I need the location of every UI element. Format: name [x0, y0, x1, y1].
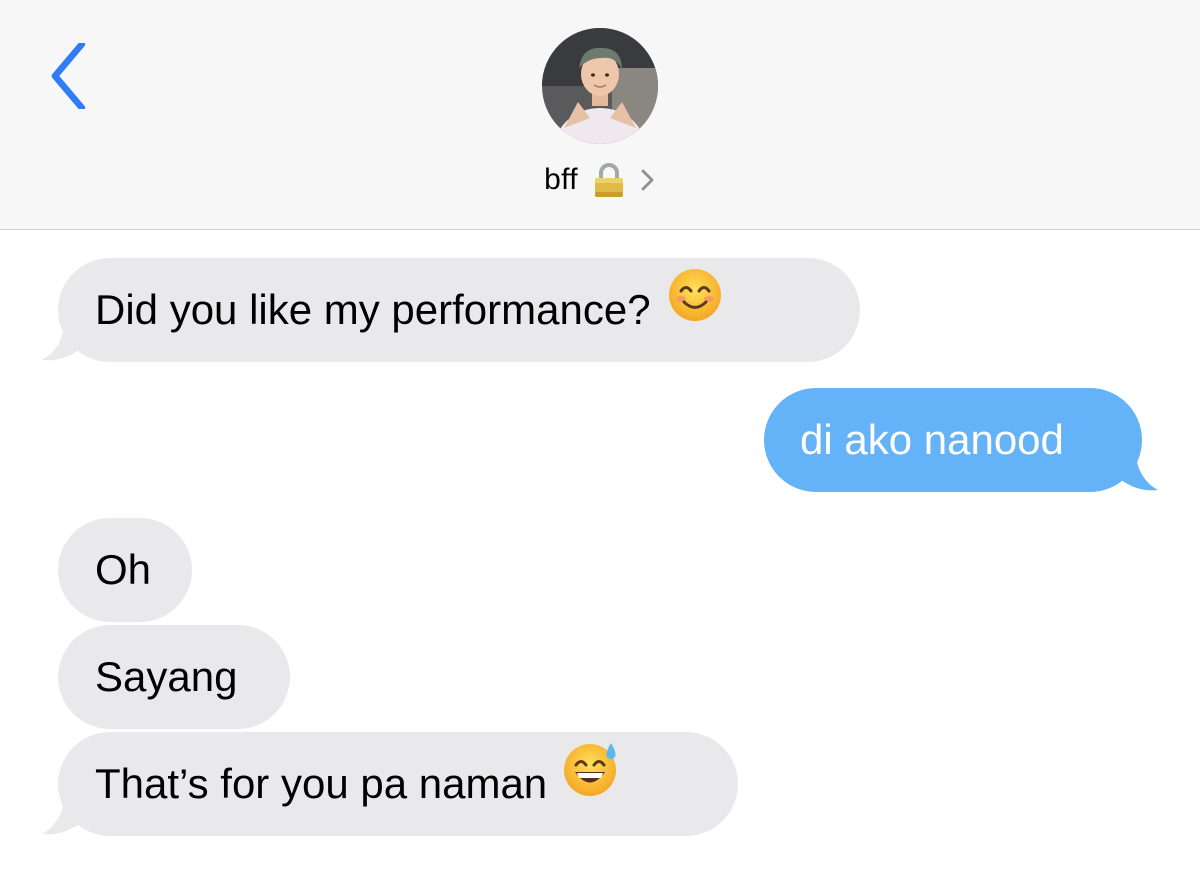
chevron-right-icon — [640, 167, 656, 193]
bubble-tail — [42, 322, 84, 361]
lock-icon — [592, 162, 626, 198]
message-text: Did you like my performance? — [95, 286, 651, 333]
contact-name: bff — [544, 163, 578, 196]
message-bubble-outgoing[interactable]: di ako nanood — [764, 388, 1142, 492]
message-text: That’s for you pa naman — [95, 760, 548, 807]
back-button[interactable] — [36, 34, 100, 118]
bubble-tail — [42, 796, 84, 835]
message-text: di ako nanood — [800, 416, 1064, 463]
message-text: Sayang — [95, 653, 238, 700]
conversation-header: bff — [0, 0, 1200, 230]
message-bubble-incoming[interactable]: Did you like my performance? — [58, 258, 860, 362]
bubble-tail — [1116, 452, 1158, 491]
message-bubble-incoming[interactable]: Oh — [58, 518, 192, 622]
smiling-face-icon — [667, 257, 723, 361]
contact-name-row[interactable]: bff — [0, 156, 1200, 204]
grinning-sweat-face-icon — [563, 731, 621, 835]
contact-avatar[interactable] — [542, 28, 658, 144]
chevron-left-icon — [51, 43, 86, 109]
message-bubble-incoming[interactable]: That’s for you pa naman — [58, 732, 738, 836]
avatar-photo — [542, 28, 658, 144]
message-text: Oh — [95, 546, 152, 593]
message-bubble-incoming[interactable]: Sayang — [58, 625, 290, 729]
